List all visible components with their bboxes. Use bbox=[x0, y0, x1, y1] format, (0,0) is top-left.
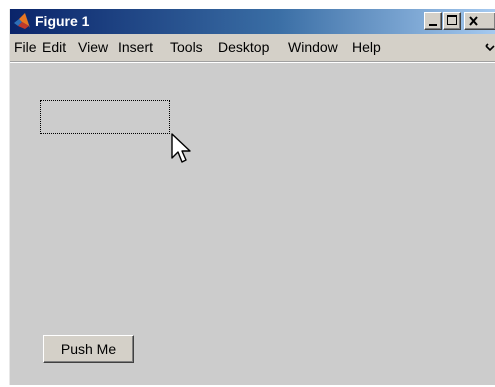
menu-insert[interactable]: Insert bbox=[118, 39, 153, 56]
menu-window[interactable]: Window bbox=[288, 39, 338, 56]
menu-view[interactable]: View bbox=[78, 39, 108, 56]
selection-rectangle bbox=[40, 100, 170, 134]
menu-bar: File Edit View Insert Tools Desktop Wind… bbox=[10, 34, 495, 61]
push-me-button[interactable]: Push Me bbox=[43, 335, 134, 363]
menu-file[interactable]: File bbox=[14, 39, 37, 56]
menu-desktop[interactable]: Desktop bbox=[218, 39, 269, 56]
close-icon bbox=[469, 16, 478, 26]
maximize-button[interactable] bbox=[443, 12, 461, 30]
menu-tools[interactable]: Tools bbox=[170, 39, 203, 56]
menu-edit[interactable]: Edit bbox=[42, 39, 66, 56]
minimize-icon bbox=[429, 24, 437, 26]
title-bar[interactable]: Figure 1 bbox=[10, 9, 495, 34]
figure-window: Figure 1 File Edit View Insert Tools Des… bbox=[9, 9, 495, 385]
minimize-button[interactable] bbox=[424, 12, 442, 30]
mouse-pointer-icon bbox=[171, 133, 191, 163]
chevron-overflow-icon[interactable] bbox=[484, 42, 495, 54]
close-button[interactable] bbox=[464, 12, 495, 30]
matlab-logo-icon bbox=[14, 13, 30, 29]
menu-help[interactable]: Help bbox=[352, 39, 381, 56]
figure-canvas[interactable]: Push Me bbox=[10, 63, 495, 385]
window-title: Figure 1 bbox=[35, 13, 90, 29]
maximize-icon bbox=[447, 15, 457, 25]
